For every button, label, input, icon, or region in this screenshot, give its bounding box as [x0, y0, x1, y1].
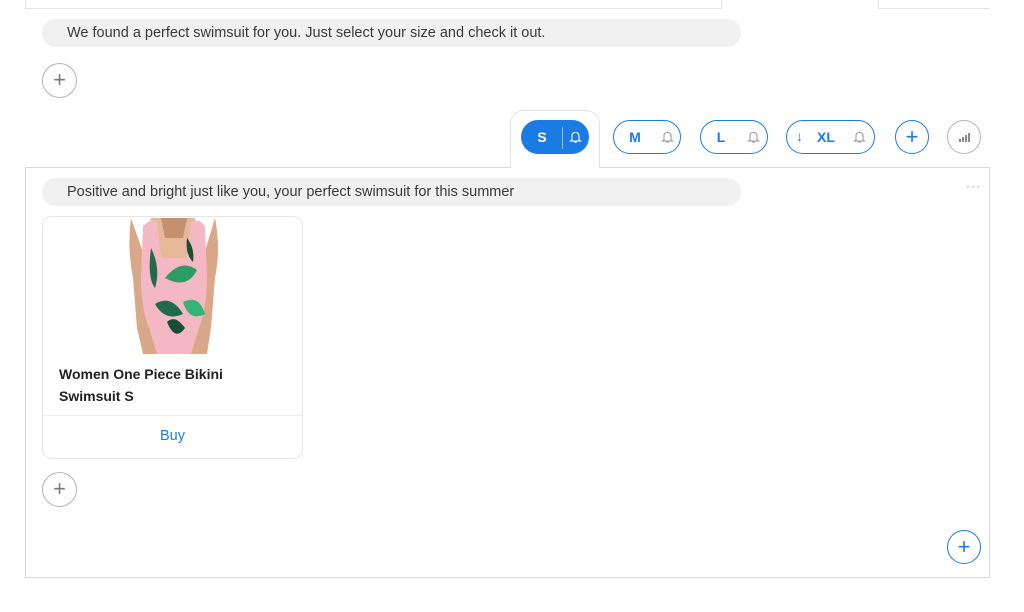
plus-icon: +	[905, 123, 919, 149]
size-option-m[interactable]: M	[613, 120, 681, 154]
plus-icon: +	[53, 476, 66, 501]
add-button-panel[interactable]: +	[42, 472, 77, 507]
add-size-button[interactable]: +	[895, 120, 929, 154]
arrow-down-icon: ↓	[796, 128, 803, 144]
previous-tab-frame	[878, 0, 990, 9]
swimsuit-image	[121, 218, 225, 354]
signal-bar-icon	[961, 137, 964, 142]
add-button-top[interactable]: +	[42, 63, 77, 98]
size-option-xl[interactable]: ↓ XL	[786, 120, 875, 154]
plus-icon: +	[53, 67, 66, 92]
size-option-label: M	[629, 129, 641, 145]
bell-icon[interactable]	[745, 130, 761, 144]
buy-button[interactable]: Buy	[43, 416, 302, 458]
size-option-label: L	[716, 129, 726, 145]
size-option-label: XL	[817, 129, 835, 145]
product-title: Women One Piece Bikini Swimsuit S	[59, 366, 223, 404]
bell-icon[interactable]	[659, 130, 675, 144]
signal-bar-icon	[964, 135, 967, 142]
add-message-button[interactable]: +	[947, 530, 981, 564]
size-option-label: S	[537, 129, 547, 145]
plus-icon: +	[957, 533, 971, 559]
bell-icon[interactable]	[851, 130, 867, 144]
signal-bar-icon	[958, 139, 961, 142]
signal-bar-icon	[967, 133, 970, 142]
previous-panel-frame	[25, 0, 722, 9]
size-option-s[interactable]: S	[521, 120, 589, 154]
bell-icon[interactable]	[567, 130, 583, 144]
size-option-l[interactable]: L	[700, 120, 768, 154]
pill-divider	[562, 127, 563, 149]
message-panel: ··· Positive and bright just like you, y…	[25, 167, 990, 578]
stats-button[interactable]	[947, 120, 981, 154]
panel-message: Positive and bright just like you, your …	[42, 178, 741, 206]
intro-message: We found a perfect swimsuit for you. Jus…	[42, 19, 741, 47]
product-card[interactable]: Women One Piece Bikini Swimsuit S Buy	[42, 216, 303, 459]
more-options-icon[interactable]: ···	[966, 180, 981, 192]
